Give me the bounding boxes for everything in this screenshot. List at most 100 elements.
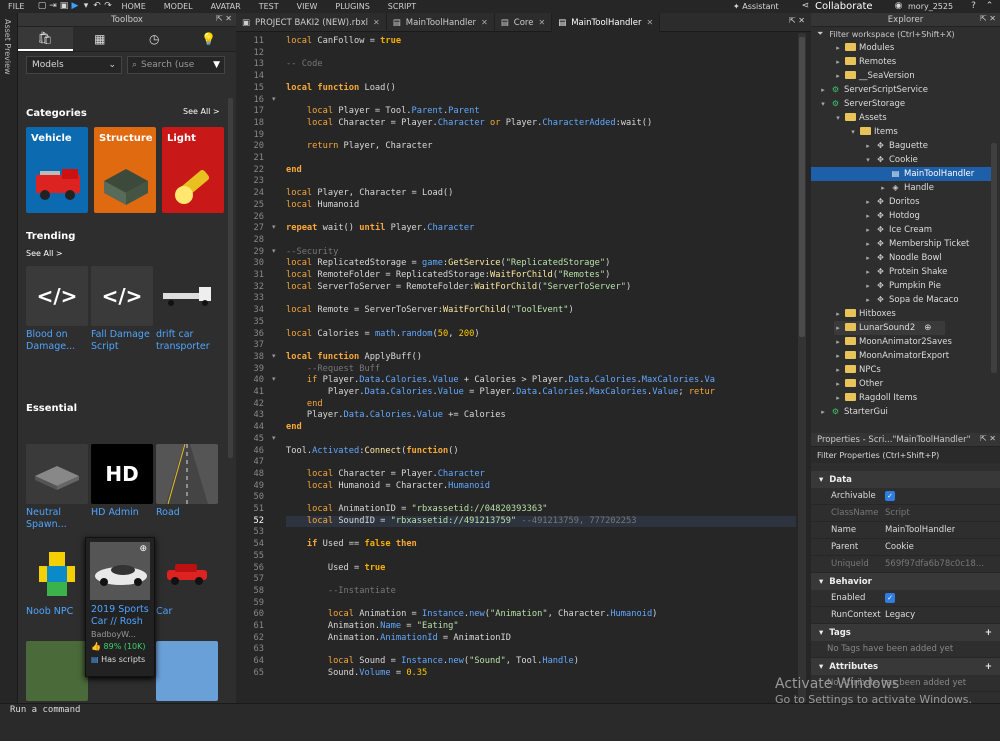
expand-arrow-icon[interactable]: ▾ xyxy=(834,111,842,125)
category-vehicle[interactable]: Vehicle xyxy=(26,127,88,213)
code-line[interactable]: Sound.Volume = 0.35 xyxy=(286,668,427,680)
essential-item-road[interactable] xyxy=(156,444,218,504)
essential-label-hdadmin[interactable]: HD Admin xyxy=(91,507,155,519)
code-line[interactable]: --Request Buff xyxy=(286,364,380,376)
explorer-filter[interactable]: ⏷ Filter workspace (Ctrl+Shift+X) xyxy=(811,27,1000,41)
code-line[interactable]: local CanFollow = true xyxy=(286,36,401,48)
expand-arrow-icon[interactable]: ▸ xyxy=(834,69,842,83)
tree-item[interactable]: ▸ ✥ Sopa de Macaco xyxy=(864,293,958,307)
expand-arrow-icon[interactable]: ▸ xyxy=(834,41,842,55)
code-line[interactable]: local Character = Player.Character or Pl… xyxy=(286,118,652,130)
code-line[interactable]: local function Load() xyxy=(286,83,396,95)
trending-label-1[interactable]: Blood on Damage... xyxy=(26,329,90,353)
code-area[interactable]: local CanFollow = true -- Code local funct… xyxy=(286,33,796,703)
expand-arrow-icon[interactable]: ▸ xyxy=(834,363,842,377)
collapse-arrow-icon[interactable]: ▾ xyxy=(819,475,823,485)
trending-see-all[interactable]: See All > xyxy=(26,249,63,258)
tree-item[interactable]: ▸ NPCs xyxy=(834,363,881,377)
hover-card-creator[interactable]: BadboyW... xyxy=(86,628,154,641)
asset-hover-card[interactable]: ⊕ 2019 Sports Car // Rosh BadboyW... 👍 8… xyxy=(85,537,155,677)
collapse-arrow-icon[interactable]: ▾ xyxy=(819,577,823,587)
property-row[interactable]: Enabled ✓ xyxy=(811,590,1000,607)
play-icon[interactable]: ▶ xyxy=(69,1,80,12)
username[interactable]: mory_2525 xyxy=(908,2,953,11)
expand-arrow-icon[interactable]: ▸ xyxy=(834,349,842,363)
share-icon[interactable]: ⋖ xyxy=(800,1,811,12)
undo-icon[interactable]: ↶ xyxy=(91,1,102,12)
fold-toggle-icon[interactable]: ▾ xyxy=(272,375,276,383)
fold-toggle-icon[interactable]: ▾ xyxy=(272,352,276,360)
menu-test[interactable]: TEST xyxy=(259,2,279,11)
tab-inventory[interactable]: ▦ xyxy=(73,27,128,51)
code-line[interactable]: -- Code xyxy=(286,59,323,71)
trending-item-3[interactable] xyxy=(156,266,218,326)
code-line[interactable]: Tool.Activated:Connect(function() xyxy=(286,446,459,458)
code-line[interactable]: local RemoteFolder = ReplicatedStorage:W… xyxy=(286,270,610,282)
trending-label-3[interactable]: drift car transporter xyxy=(156,329,220,353)
property-row[interactable]: Uniqueld 569f97dfa6b78c0c18... xyxy=(811,556,1000,573)
expand-arrow-icon[interactable]: ▸ xyxy=(834,307,842,321)
close-icon[interactable]: ✕ xyxy=(373,18,380,27)
essential-item-spawn[interactable] xyxy=(26,444,88,504)
dropdown-icon[interactable]: ▾ xyxy=(80,1,91,12)
properties-filter[interactable]: Filter Properties (Ctrl+Shift+P) xyxy=(811,447,1000,463)
category-light[interactable]: Light xyxy=(162,127,224,213)
essential-label-road[interactable]: Road xyxy=(156,507,220,519)
code-line[interactable]: Animation.Name = "Eating" xyxy=(286,621,459,633)
tab-creations[interactable]: 💡 xyxy=(182,27,237,51)
tree-item[interactable]: ▸ ✥ Protein Shake xyxy=(864,265,947,279)
panel-controls[interactable]: ⇱ ✕ xyxy=(980,14,996,23)
property-category[interactable]: ▾ Tags + xyxy=(811,624,1000,641)
add-icon[interactable]: + xyxy=(985,628,992,638)
expand-arrow-icon[interactable]: ▸ xyxy=(864,223,872,237)
code-line[interactable]: local SoundID = "rbxassetid://491213759"… xyxy=(286,515,796,528)
essential-label-noob[interactable]: Noob NPC xyxy=(26,606,90,618)
expand-arrow-icon[interactable]: ▸ xyxy=(879,181,887,195)
expand-arrow-icon[interactable]: ▸ xyxy=(864,195,872,209)
tree-item[interactable]: ▸ ✥ Doritos xyxy=(864,195,919,209)
open-icon[interactable]: ⇥ xyxy=(47,1,58,12)
menu-view[interactable]: VIEW xyxy=(297,2,318,11)
essential-item-car[interactable] xyxy=(156,543,218,603)
tree-item[interactable]: ▸ ✥ Membership Ticket xyxy=(864,237,969,251)
property-value[interactable]: ✓ xyxy=(885,491,895,501)
expand-arrow-icon[interactable]: ▸ xyxy=(864,209,872,223)
menu-home[interactable]: HOME xyxy=(121,2,145,11)
tree-item[interactable]: ▸ MoonAnimatorExport xyxy=(834,349,949,363)
assistant-button[interactable]: ✦ Assistant xyxy=(733,2,779,11)
expand-arrow-icon[interactable]: ▸ xyxy=(864,251,872,265)
expand-arrow-icon[interactable]: ▾ xyxy=(864,153,872,167)
close-icon[interactable]: ✕ xyxy=(481,18,488,27)
tree-item[interactable]: ▸ MoonAnimator2Saves xyxy=(834,335,952,349)
code-line[interactable]: local Animation = Instance.new("Animatio… xyxy=(286,609,658,621)
panel-controls[interactable]: ⇱ ✕ xyxy=(216,14,232,23)
tab-recent[interactable]: ◷ xyxy=(127,27,182,51)
tree-item[interactable]: ▸ ✥ Pumpkin Pie xyxy=(864,279,941,293)
property-row[interactable]: Parent Cookie xyxy=(811,539,1000,556)
tree-item[interactable]: ▸ Remotes xyxy=(834,55,896,69)
tree-item[interactable]: ▸ Other xyxy=(834,377,883,391)
property-value[interactable]: MainToolHandler xyxy=(885,525,955,535)
property-row[interactable]: Archivable ✓ xyxy=(811,488,1000,505)
property-value[interactable]: Legacy xyxy=(885,610,915,620)
expand-arrow-icon[interactable]: ▸ xyxy=(819,83,827,97)
property-category[interactable]: ▾ Attributes + xyxy=(811,658,1000,675)
property-value[interactable]: Script xyxy=(885,508,910,518)
code-line[interactable]: Player.Data.Calories.Value = Player.Data… xyxy=(286,387,715,399)
expand-arrow-icon[interactable]: ▸ xyxy=(864,139,872,153)
code-line[interactable]: local function ApplyBuff() xyxy=(286,352,422,364)
command-bar[interactable]: Run a command xyxy=(0,703,1000,741)
add-icon[interactable]: ⊕ xyxy=(924,321,931,335)
add-icon[interactable]: + xyxy=(985,662,992,672)
code-line[interactable]: local Humanoid = Character.Humanoid xyxy=(286,481,490,493)
code-line[interactable]: local Character = Player.Character xyxy=(286,469,485,481)
code-line[interactable]: local Remote = ServerToServer:WaitForChi… xyxy=(286,305,574,317)
code-line[interactable]: local Sound = Instance.new("Sound", Tool… xyxy=(286,656,579,668)
asset-preview-strip[interactable]: Asset Preview xyxy=(0,13,18,703)
fold-toggle-icon[interactable]: ▾ xyxy=(272,434,276,442)
essential-item-sky[interactable] xyxy=(156,641,218,701)
expand-arrow-icon[interactable]: ▸ xyxy=(819,405,827,419)
tree-item[interactable]: ▸ ◈ Handle xyxy=(879,181,934,195)
menu-plugins[interactable]: PLUGINS xyxy=(335,2,369,11)
redo-icon[interactable]: ↷ xyxy=(102,1,113,12)
